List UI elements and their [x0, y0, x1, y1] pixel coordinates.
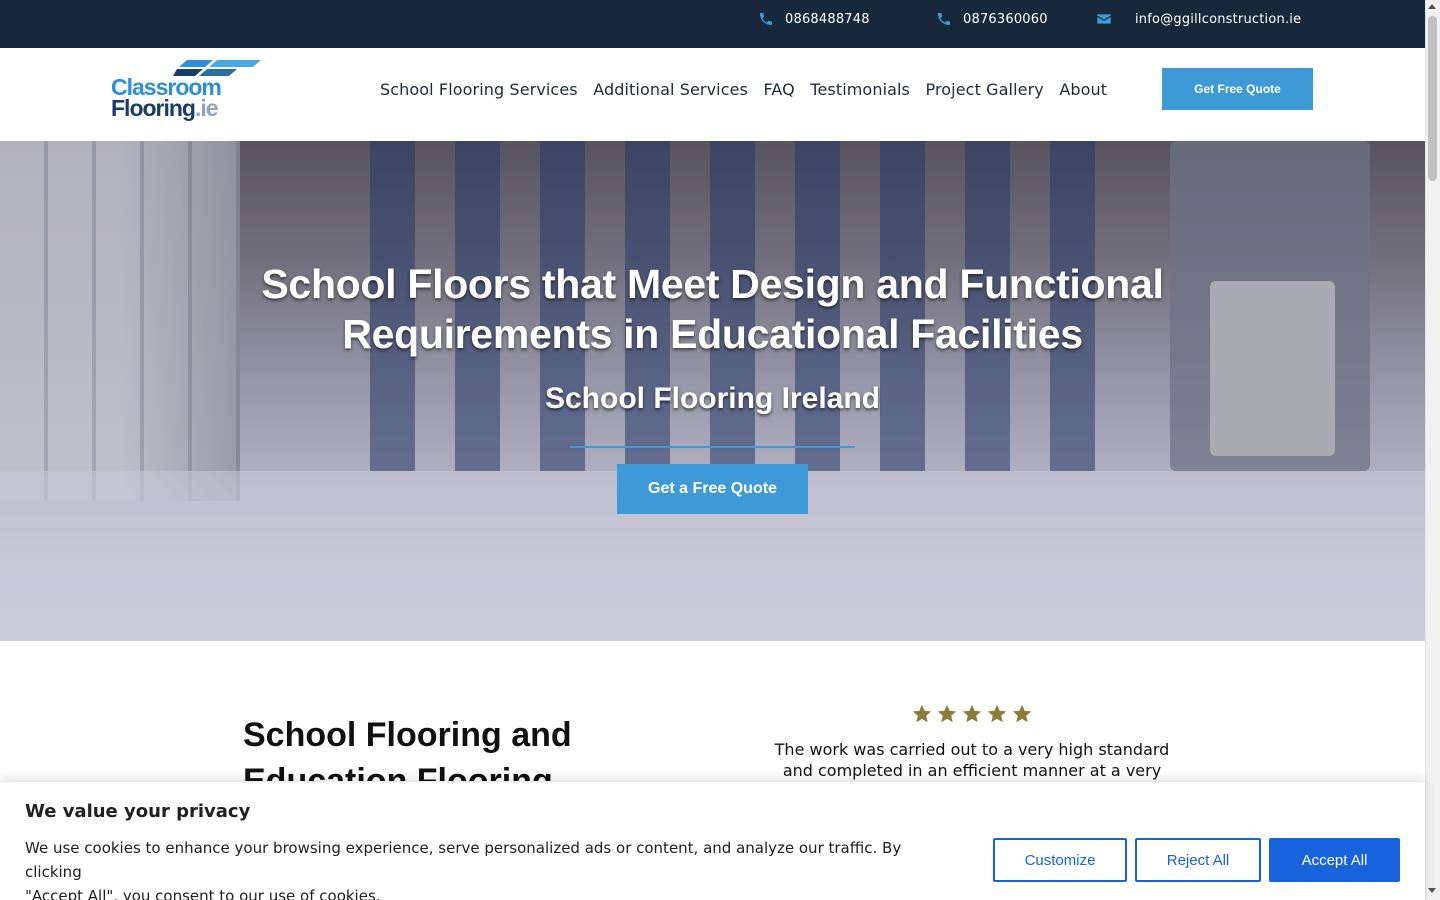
nav-item-testimonials[interactable]: Testimonials — [810, 80, 910, 99]
testimonial-line-2: and completed in an efficient manner at … — [782, 761, 1162, 780]
phone-number-1: 0868488748 — [785, 11, 870, 27]
phone-link-2[interactable]: 0876360060 — [936, 0, 1048, 38]
scroll-down-arrow-icon[interactable] — [1428, 888, 1436, 893]
star-icon — [912, 704, 932, 723]
hero-title-line-1: School Floors that Meet Design and Funct… — [261, 261, 1164, 307]
hero-subtitle: School Flooring Ireland — [544, 382, 880, 415]
nav-item-project-gallery[interactable]: Project Gallery — [926, 80, 1044, 99]
nav-item-faq[interactable]: FAQ — [764, 80, 795, 99]
cookie-text-line-1: We use cookies to enhance your browsing … — [25, 839, 902, 881]
site-logo[interactable]: Classroom Flooring.ie — [111, 58, 263, 124]
site-header: Classroom Flooring.ie School Flooring Se… — [0, 48, 1425, 141]
cookie-consent-banner: We value your privacy We use cookies to … — [0, 781, 1425, 900]
hero-section: School Floors that Meet Design and Funct… — [0, 141, 1425, 641]
email-link[interactable]: info@ggillconstruction.ie — [1096, 0, 1301, 38]
reject-all-button[interactable]: Reject All — [1135, 838, 1261, 882]
testimonial-line-1: The work was carried out to a very high … — [774, 740, 1170, 759]
star-icon — [1012, 704, 1032, 723]
star-icon — [987, 704, 1007, 723]
logo-word: Flooring — [111, 95, 196, 121]
phone-link-1[interactable]: 0868488748 — [758, 0, 870, 38]
envelope-icon — [1097, 14, 1111, 24]
hero-title: School Floors that Meet Design and Funct… — [0, 259, 1425, 359]
scrollbar-thumb[interactable] — [1428, 16, 1437, 181]
section-title-line-1: School Flooring and — [243, 716, 572, 754]
hero-title-line-2: Requirements in Educational Facilities — [342, 311, 1083, 357]
logo-suffix: .ie — [194, 95, 219, 121]
scroll-up-arrow-icon[interactable] — [1428, 4, 1436, 9]
hero-divider — [570, 446, 855, 448]
cookie-text-line-2: "Accept All", you consent to our use of … — [25, 887, 381, 900]
testimonial-text: The work was carried out to a very high … — [766, 739, 1178, 781]
cookie-title: We value your privacy — [25, 801, 251, 822]
cookie-description: We use cookies to enhance your browsing … — [25, 836, 955, 900]
get-free-quote-button[interactable]: Get Free Quote — [1162, 68, 1313, 110]
logo-line-2: Flooring.ie — [111, 95, 219, 121]
customize-button[interactable]: Customize — [993, 838, 1127, 882]
email-address: info@ggillconstruction.ie — [1135, 11, 1302, 27]
star-rating — [911, 703, 1036, 725]
nav-item-school-flooring-services[interactable]: School Flooring Services — [380, 80, 578, 99]
phone-icon — [760, 13, 772, 25]
nav-item-about[interactable]: About — [1059, 80, 1107, 99]
phone-number-2: 0876360060 — [963, 11, 1048, 27]
get-a-free-quote-button[interactable]: Get a Free Quote — [617, 464, 808, 514]
accept-all-button[interactable]: Accept All — [1269, 838, 1400, 882]
top-contact-bar: 0868488748 0876360060 info@ggillconstruc… — [0, 0, 1425, 48]
nav-item-additional-services[interactable]: Additional Services — [593, 80, 748, 99]
star-icon — [937, 704, 957, 723]
star-icon — [962, 704, 982, 723]
main-nav: School Flooring Services Additional Serv… — [380, 48, 1123, 130]
phone-icon — [938, 13, 950, 25]
